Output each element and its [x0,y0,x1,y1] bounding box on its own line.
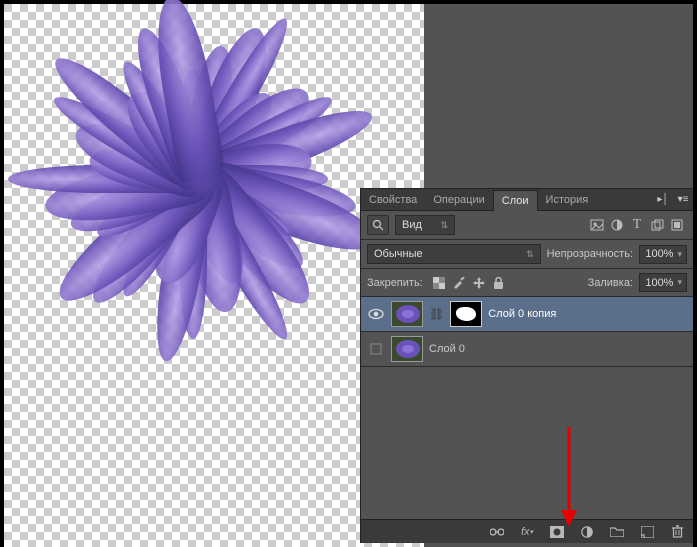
lock-move-icon[interactable] [469,274,489,292]
layer-mask-thumbnail[interactable] [450,301,482,327]
fill-input[interactable]: 100% ▾ [639,273,687,292]
blend-row: Обычные ⇅ Непрозрачность: 100% ▾ [361,240,693,269]
panel-tabs: Свойства Операции Слои История ▸│ ▾≡ [361,189,693,211]
adjustment-layer-icon[interactable] [579,524,595,540]
filter-row: Вид ⇅ T [361,211,693,240]
fill-label: Заливка: [588,277,633,289]
tab-layers[interactable]: Слои [493,190,538,211]
layers-list: ⛓ Слой 0 копия Слой 0 [361,297,693,519]
filter-shape-icon[interactable] [647,216,667,234]
filter-type-icon[interactable]: T [627,216,647,234]
layer-row[interactable]: Слой 0 [361,331,693,367]
trash-icon[interactable] [669,524,685,540]
opacity-value: 100% [645,248,673,260]
layer-row[interactable]: ⛓ Слой 0 копия [361,297,693,332]
layer-thumbnail[interactable] [391,301,423,327]
search-icon[interactable] [367,215,389,235]
filter-smart-icon[interactable] [667,216,687,234]
chevron-down-icon: ▾ [677,249,682,260]
blend-mode-value: Обычные [374,248,423,260]
layer-thumbnail[interactable] [391,336,423,362]
lock-label: Закрепить: [367,277,423,289]
lock-row: Закрепить: Заливка: 100% ▾ [361,269,693,297]
lock-all-icon[interactable] [489,274,509,292]
new-layer-icon[interactable] [639,524,655,540]
visibility-eye-icon[interactable] [367,308,385,320]
link-indicator-icon: ⛓ [429,307,444,321]
layer-name[interactable]: Слой 0 копия [488,308,556,320]
filter-kind-dropdown[interactable]: Вид ⇅ [395,215,455,235]
opacity-label: Непрозрачность: [547,248,633,260]
group-icon[interactable] [609,524,625,540]
layer-name[interactable]: Слой 0 [429,343,465,355]
chevron-updown-icon: ⇅ [526,249,534,260]
fx-icon[interactable]: fx▾ [519,524,535,540]
tab-history[interactable]: История [538,190,597,210]
collapse-icon[interactable]: ▸│ [653,194,673,205]
filter-image-icon[interactable] [587,216,607,234]
blend-mode-dropdown[interactable]: Обычные ⇅ [367,244,541,264]
chevron-down-icon: ▾ [677,277,682,288]
opacity-input[interactable]: 100% ▾ [639,245,687,264]
flower-image: (function(){ var host=document.currentSc… [0,0,394,324]
layers-footer: fx▾ [361,519,693,543]
filter-adjust-icon[interactable] [607,216,627,234]
tab-actions[interactable]: Операции [425,190,492,210]
link-layers-icon[interactable] [489,524,505,540]
layers-panel: Свойства Операции Слои История ▸│ ▾≡ Вид… [360,188,693,543]
tab-properties[interactable]: Свойства [361,190,425,210]
visibility-toggle[interactable] [367,343,385,355]
panel-menu-icon[interactable]: ▾≡ [673,194,693,205]
lock-brush-icon[interactable] [449,274,469,292]
fill-value: 100% [645,277,673,289]
chevron-down-icon: ⇅ [440,220,448,231]
filter-kind-label: Вид [402,219,422,231]
add-mask-icon[interactable] [549,524,565,540]
lock-transparency-icon[interactable] [429,274,449,292]
